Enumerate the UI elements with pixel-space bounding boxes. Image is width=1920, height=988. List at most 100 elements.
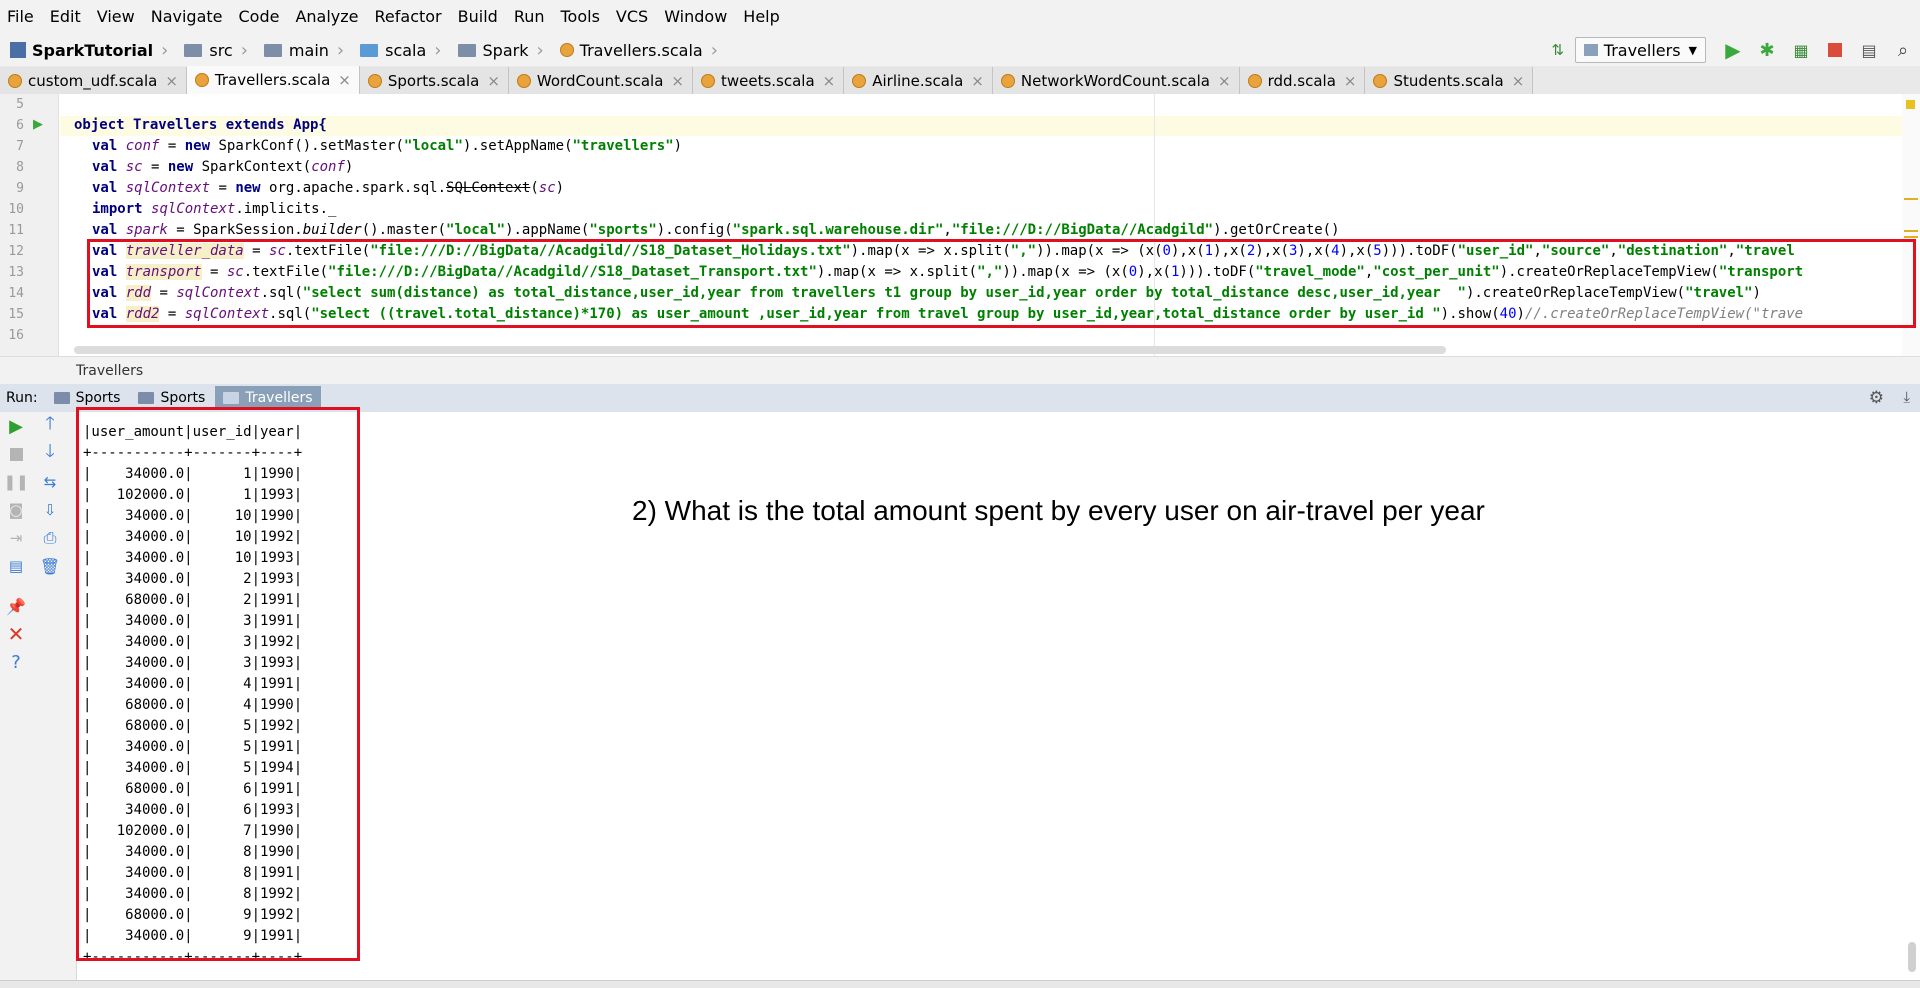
folder-icon xyxy=(263,43,282,57)
run-gutter-icon[interactable]: ▶ xyxy=(33,117,43,132)
tab-rdd[interactable]: rdd.scala × xyxy=(1239,67,1366,94)
close-icon[interactable]: × xyxy=(165,72,178,90)
close-icon[interactable]: × xyxy=(1344,72,1357,90)
code-token: ) xyxy=(673,138,683,154)
coverage-icon[interactable]: ▦ xyxy=(1790,39,1812,61)
close-icon[interactable]: × xyxy=(1512,72,1525,90)
horizontal-scrollbar[interactable] xyxy=(74,346,1446,354)
menu-refactor[interactable]: Refactor xyxy=(367,0,450,34)
project-structure-icon[interactable]: ▤ xyxy=(1858,39,1880,61)
error-stripe-mark[interactable] xyxy=(1904,198,1918,200)
code-token: "sports" xyxy=(589,222,657,238)
menu-run[interactable]: Run xyxy=(506,0,553,34)
tab-tweets[interactable]: tweets.scala × xyxy=(692,67,845,94)
menu-tools[interactable]: Tools xyxy=(553,0,608,34)
clear-all-icon[interactable]: 🗑 xyxy=(40,556,60,576)
tab-label: WordCount.scala xyxy=(536,71,664,90)
pin-icon[interactable]: 📌 xyxy=(6,596,26,616)
line-number: 5 xyxy=(16,97,24,112)
structure-breadcrumb-label[interactable]: Travellers xyxy=(76,363,143,379)
line-number: 12 xyxy=(8,244,24,259)
help-icon[interactable]: ? xyxy=(6,652,26,673)
exit-icon[interactable]: ⇥ xyxy=(6,528,26,548)
code-line-6: object Travellers extends App{ xyxy=(74,115,327,135)
close-icon[interactable]: × xyxy=(671,72,684,90)
stop-icon[interactable] xyxy=(6,444,26,464)
breadcrumb-folder-spark[interactable]: Spark › xyxy=(448,34,550,66)
tab-travellers[interactable]: Travellers.scala × xyxy=(186,66,360,94)
pause-icon[interactable]: ❚❚ xyxy=(3,472,28,492)
tab-sports[interactable]: Sports.scala × xyxy=(359,67,509,94)
close-icon[interactable]: × xyxy=(823,72,836,90)
breadcrumb-folder-scala[interactable]: scala › xyxy=(350,34,447,66)
code-token: ).appName( xyxy=(505,222,590,238)
scroll-to-end-icon[interactable]: ⇩ xyxy=(40,500,60,520)
menu-code[interactable]: Code xyxy=(231,0,288,34)
close-icon[interactable]: ✕ xyxy=(6,622,26,646)
tab-label: tweets.scala xyxy=(720,71,815,90)
menu-edit[interactable]: Edit xyxy=(42,0,89,34)
breadcrumb-folder-src[interactable]: src › xyxy=(174,34,254,66)
error-stripe-mark[interactable] xyxy=(1904,236,1918,238)
menu-bar: File Edit View Navigate Code Analyze Ref… xyxy=(0,0,1920,34)
rerun-icon[interactable]: ▶ xyxy=(6,416,26,437)
menu-help[interactable]: Help xyxy=(735,0,787,34)
stop-icon[interactable] xyxy=(1824,39,1846,61)
code-token: val xyxy=(92,180,126,196)
code-token: new xyxy=(235,180,261,196)
scroll-down-icon[interactable]: 🡓 xyxy=(40,441,60,464)
tab-airline[interactable]: Airline.scala × xyxy=(844,67,993,94)
code-token: .implicits._ xyxy=(235,201,337,217)
tab-custom-udf[interactable]: custom_udf.scala × xyxy=(0,67,187,94)
close-icon[interactable]: × xyxy=(487,72,500,90)
chevron-down-icon: ▼ xyxy=(1688,43,1697,57)
code-token: SQLContext xyxy=(446,180,531,196)
breadcrumb-folder-main[interactable]: main › xyxy=(254,34,350,66)
menu-file[interactable]: File xyxy=(0,0,42,34)
breadcrumb-folder-label: main xyxy=(288,40,329,60)
annotation-highlight-box xyxy=(76,407,360,961)
scala-object-icon xyxy=(194,73,209,87)
sort-arrow-icon[interactable]: ⇅ xyxy=(1547,39,1569,61)
restore-layout-icon[interactable]: ▤ xyxy=(6,556,26,576)
print-icon[interactable]: ⎙ xyxy=(40,528,60,548)
editor-gutter: 5 6 ▶ 7 8 9 10 11 12 13 14 15 16 xyxy=(0,94,59,356)
code-line-9: val sqlContext = new org.apache.spark.sq… xyxy=(92,178,564,198)
error-stripe-mark[interactable] xyxy=(1904,230,1918,232)
menu-navigate[interactable]: Navigate xyxy=(143,0,231,34)
tab-students[interactable]: Students.scala × xyxy=(1365,67,1534,94)
debug-icon[interactable]: ✱ xyxy=(1756,39,1778,61)
scroll-up-icon[interactable]: 🡑 xyxy=(40,413,60,436)
hide-panel-icon[interactable]: ⤓ xyxy=(1903,388,1910,406)
soft-wrap-icon[interactable]: ⇆ xyxy=(40,472,60,492)
breadcrumb-file[interactable]: Travellers.scala › xyxy=(550,34,724,66)
close-icon[interactable]: × xyxy=(1218,72,1231,90)
code-token: spark xyxy=(125,222,168,238)
menu-analyze[interactable]: Analyze xyxy=(287,0,366,34)
tab-label: Travellers.scala xyxy=(214,71,331,89)
menu-build[interactable]: Build xyxy=(450,0,506,34)
run-toolbar: ⇅ Travellers ▼ ▶ ✱ ▦ ▤ ⌕ xyxy=(1541,34,1920,66)
code-token: ().master( xyxy=(361,222,447,238)
dump-threads-icon[interactable]: ◙ xyxy=(6,500,26,520)
warning-marker-icon[interactable] xyxy=(1906,100,1915,109)
run-icon[interactable]: ▶ xyxy=(1722,38,1744,62)
tab-wordcount[interactable]: WordCount.scala × xyxy=(508,67,693,94)
menu-window[interactable]: Window xyxy=(656,0,735,34)
close-icon[interactable]: × xyxy=(971,72,984,90)
code-text: object Travellers extends App{ xyxy=(74,117,327,133)
breadcrumb-project[interactable]: SparkTutorial › xyxy=(0,34,174,66)
search-icon[interactable]: ⌕ xyxy=(1892,39,1914,61)
menu-view[interactable]: View xyxy=(89,0,143,34)
console-scrollbar[interactable] xyxy=(1908,942,1916,972)
run-config-icon xyxy=(138,392,155,404)
tab-label: Sports.scala xyxy=(387,71,480,90)
gear-icon[interactable]: ⚙ xyxy=(1869,388,1884,408)
tab-networkwordcount[interactable]: NetworkWordCount.scala × xyxy=(992,67,1240,94)
run-configuration-select[interactable]: Travellers ▼ xyxy=(1574,37,1706,63)
code-token: "local" xyxy=(446,222,506,238)
menu-vcs[interactable]: VCS xyxy=(608,0,656,34)
close-icon[interactable]: × xyxy=(338,71,351,89)
code-token: val xyxy=(92,159,126,175)
tab-label: NetworkWordCount.scala xyxy=(1020,71,1210,90)
